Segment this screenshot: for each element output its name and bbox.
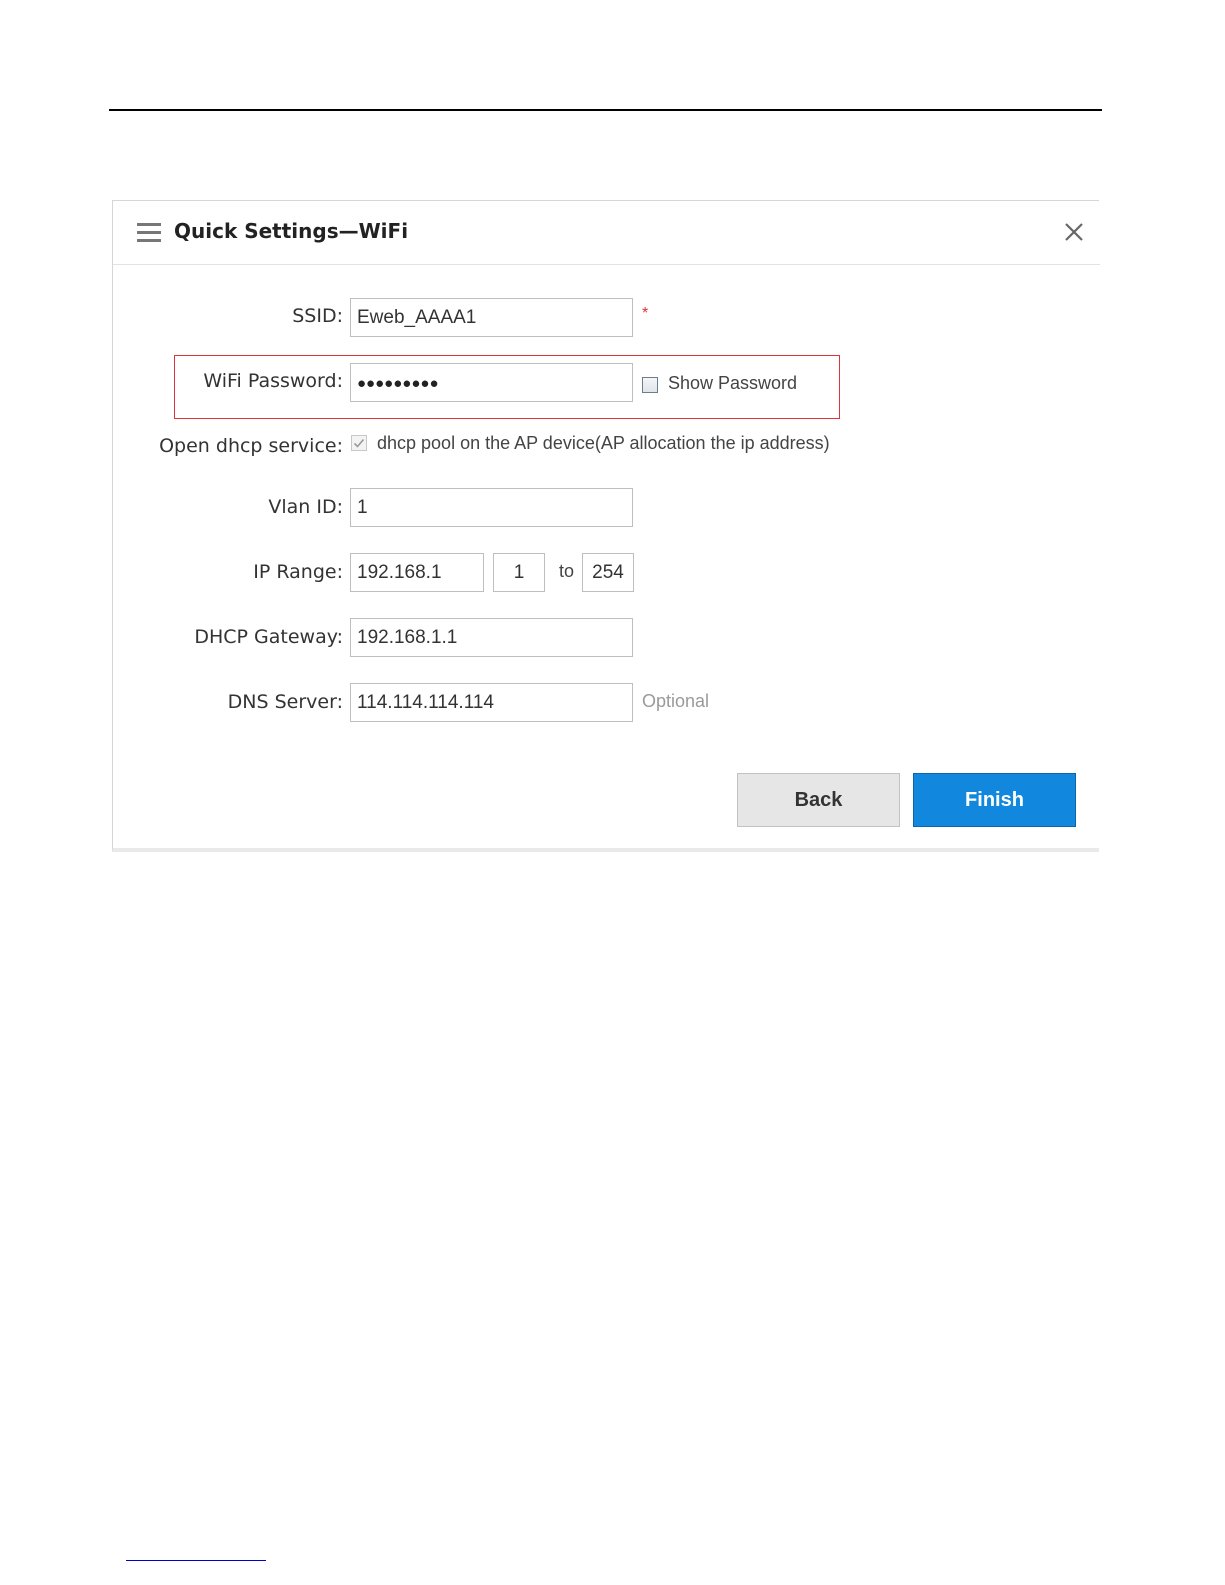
required-mark: * [642, 305, 649, 322]
dhcp-gateway-input[interactable]: 192.168.1.1 [350, 618, 633, 657]
dhcp-label: Open dhcp service: [159, 435, 343, 457]
dhcp-checkbox[interactable] [351, 435, 367, 451]
show-password-checkbox[interactable] [642, 377, 658, 393]
ip-range-prefix: 192.168.1 [350, 553, 484, 592]
close-icon[interactable] [1061, 219, 1087, 245]
ssid-input[interactable]: Eweb_AAAA1 [350, 298, 633, 337]
dhcp-checkbox-label: dhcp pool on the AP device(AP allocation… [377, 433, 830, 453]
ip-range-end-input[interactable]: 254 [582, 553, 634, 592]
vlan-id-label: Vlan ID: [268, 496, 343, 518]
dns-server-input[interactable]: 114.114.114.114 [350, 683, 633, 722]
ip-range-label: IP Range: [253, 561, 343, 583]
dialog-header: Quick Settings—WiFi [113, 201, 1100, 265]
wifi-password-label: WiFi Password: [203, 370, 343, 392]
password-mask: ●●●●●●●●● [357, 375, 439, 392]
wifi-password-input[interactable]: ●●●●●●●●● [350, 363, 633, 402]
dhcp-gateway-label: DHCP Gateway: [194, 626, 343, 648]
page-header-rule [109, 109, 1102, 111]
dialog-title: Quick Settings—WiFi [174, 219, 409, 243]
back-button[interactable]: Back [737, 773, 900, 827]
dns-server-label: DNS Server: [227, 691, 343, 713]
dns-optional-hint: Optional [642, 691, 710, 711]
footer-rule [126, 1560, 266, 1561]
show-password-label: Show Password [668, 373, 798, 393]
quick-settings-dialog: Quick Settings—WiFi SSID: Eweb_AAAA1 * W… [112, 200, 1100, 852]
ip-range-start-input[interactable]: 1 [493, 553, 545, 592]
finish-button[interactable]: Finish [913, 773, 1076, 827]
vlan-id-input[interactable]: 1 [350, 488, 633, 527]
ip-range-separator: to [559, 561, 575, 581]
menu-icon [137, 223, 161, 243]
ssid-label: SSID: [292, 305, 343, 327]
